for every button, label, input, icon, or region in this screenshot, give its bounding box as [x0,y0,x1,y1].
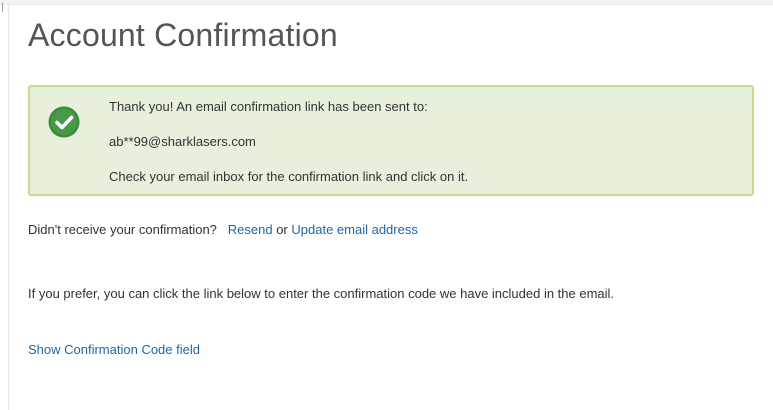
show-confirmation-code-link[interactable]: Show Confirmation Code field [28,342,200,357]
account-confirmation-page: Account Confirmation Thank you! An email… [0,0,773,410]
corner-mark [2,2,3,12]
prefer-text: If you prefer, you can click the link be… [28,286,615,301]
or-text: or [276,222,288,237]
resend-row: Didn't receive your confirmation? Resend… [28,222,418,237]
left-border [8,4,9,410]
page-title: Account Confirmation [28,17,338,53]
confirmation-sent-text: Thank you! An email confirmation link ha… [109,99,428,114]
resend-prompt: Didn't receive your confirmation? [28,222,217,237]
confirmation-message-box: Thank you! An email confirmation link ha… [28,85,754,196]
check-inbox-text: Check your email inbox for the confirmat… [109,169,469,184]
top-border [0,0,773,5]
resend-link[interactable]: Resend [228,222,273,237]
check-circle-icon [48,106,80,138]
update-email-link[interactable]: Update email address [291,222,417,237]
confirmation-email: ab**99@sharklasers.com [109,134,256,149]
